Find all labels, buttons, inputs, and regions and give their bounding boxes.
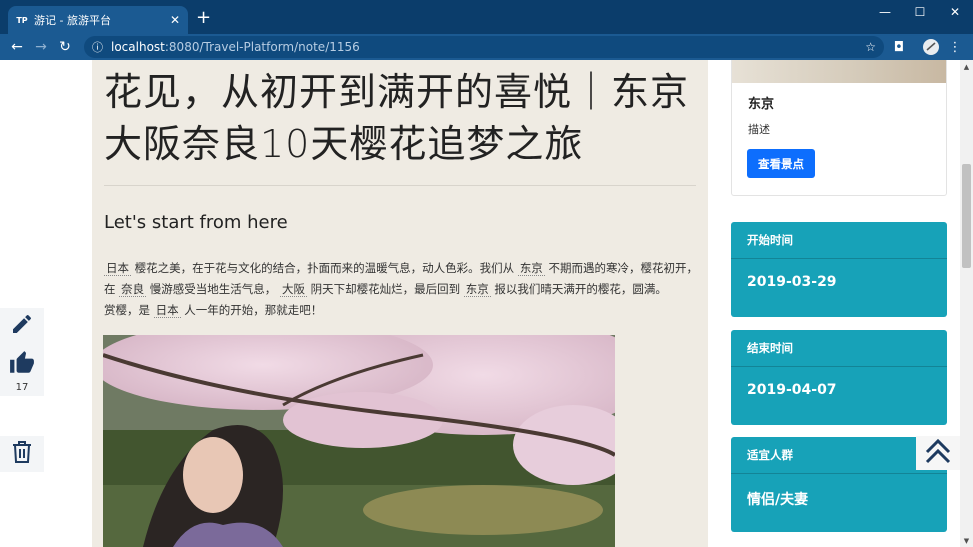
trash-icon[interactable] (10, 439, 34, 469)
spot-card: 东京 描述 查看景点 (731, 60, 947, 196)
end-date-card: 结束时间 2019-04-07 (731, 330, 947, 425)
paragraph-text: 阴天下却樱花灿烂，最后回到 (306, 282, 464, 296)
note-intro-paragraph: 日本 樱花之美，在于花与文化的结合，扑面而来的温暖气息，动人色彩。我们从 东京 … (104, 258, 700, 321)
place-tag-link[interactable]: 日本 (104, 261, 131, 276)
menu-icon[interactable]: ⋮ (944, 36, 966, 58)
title-divider (104, 185, 696, 186)
note-title: 花见，从初开到满开的喜悦｜东京大阪奈良10天樱花追梦之旅 (104, 70, 690, 166)
view-spot-button[interactable]: 查看景点 (747, 149, 815, 178)
start-date-value: 2019-03-29 (747, 274, 837, 290)
scroll-down-arrow[interactable]: ▼ (960, 534, 973, 547)
reload-icon[interactable]: ↻ (53, 35, 77, 59)
extension-icon[interactable]: ◘ (888, 36, 910, 58)
place-tag-link[interactable]: 奈良 (119, 282, 147, 297)
place-tag-link[interactable]: 东京 (463, 282, 491, 297)
delete-tool (0, 436, 44, 472)
like-count: 17 (15, 382, 29, 393)
minimize-icon[interactable]: — (866, 0, 904, 24)
paragraph-text: 慢游感受当地生活气息， (146, 282, 280, 296)
forward-icon[interactable]: → (29, 35, 53, 59)
window-close-icon[interactable]: ✕ (936, 0, 973, 24)
note-subheading: Let's start from here (104, 212, 288, 233)
address-bar[interactable]: ⓘ localhost:8080/Travel-Platform/note/11… (84, 36, 884, 58)
start-date-card: 开始时间 2019-03-29 (731, 222, 947, 317)
bookmark-star-icon[interactable]: ☆ (865, 40, 876, 54)
scroll-up-arrow[interactable]: ▲ (960, 60, 973, 73)
browser-tab-strip: TP 游记 - 旅游平台 ✕ + — ☐ ✕ (0, 0, 973, 34)
spot-name: 东京 (748, 97, 775, 112)
spot-image (732, 60, 946, 83)
place-tag-link[interactable]: 东京 (517, 261, 545, 276)
paragraph-text: 报以我们晴天满开的樱花，圆满。 (490, 282, 667, 296)
back-to-top-button[interactable] (916, 436, 960, 470)
profile-avatar-icon[interactable] (920, 36, 942, 58)
maximize-icon[interactable]: ☐ (901, 0, 939, 24)
end-date-header: 结束时间 (731, 330, 947, 367)
url-text[interactable]: localhost:8080/Travel-Platform/note/1156 (111, 40, 857, 54)
floating-toolbar: 17 (0, 308, 44, 396)
cherry-blossom-photo (103, 335, 615, 547)
place-tag-link[interactable]: 日本 (153, 303, 181, 318)
site-favicon-icon: TP (16, 15, 28, 25)
tab-title: 游记 - 旅游平台 (34, 14, 111, 27)
note-article: 花见，从初开到满开的喜悦｜东京大阪奈良10天樱花追梦之旅 Let's start… (92, 60, 708, 547)
thumbs-up-icon[interactable] (9, 350, 35, 380)
paragraph-text: 人一年的开始，那就走吧！ (180, 303, 323, 317)
start-date-header: 开始时间 (731, 222, 947, 259)
browser-tab[interactable]: TP 游记 - 旅游平台 ✕ (8, 6, 188, 34)
back-icon[interactable]: ← (5, 35, 29, 59)
suitable-group-header: 适宜人群 (731, 437, 947, 474)
pencil-icon[interactable] (10, 312, 34, 340)
info-icon[interactable]: ⓘ (92, 39, 103, 55)
paragraph-text: 樱花之美，在于花与文化的结合，扑面而来的温暖气息，动人色彩。我们从 (131, 261, 518, 275)
spot-description: 描述 (748, 123, 770, 136)
new-tab-icon[interactable]: + (196, 9, 211, 27)
end-date-value: 2019-04-07 (747, 382, 837, 398)
paragraph-text: 赏樱，是 (104, 303, 154, 317)
suitable-group-value: 情侣/夫妻 (747, 492, 809, 508)
page-scrollbar[interactable]: ▲ ▼ (960, 60, 973, 547)
page-viewport: 花见，从初开到满开的喜悦｜东京大阪奈良10天樱花追梦之旅 Let's start… (0, 60, 960, 547)
scrollbar-thumb[interactable] (962, 164, 971, 268)
double-chevron-up-icon (924, 437, 952, 469)
place-tag-link[interactable]: 大阪 (279, 282, 307, 297)
browser-toolbar: ← → ↻ ⓘ localhost:8080/Travel-Platform/n… (0, 34, 973, 60)
note-sidebar: 东京 描述 查看景点 开始时间 2019-03-29 结束时间 2019-04-… (718, 60, 960, 547)
suitable-group-card: 适宜人群 情侣/夫妻 (731, 437, 947, 532)
tab-close-icon[interactable]: ✕ (170, 14, 180, 26)
